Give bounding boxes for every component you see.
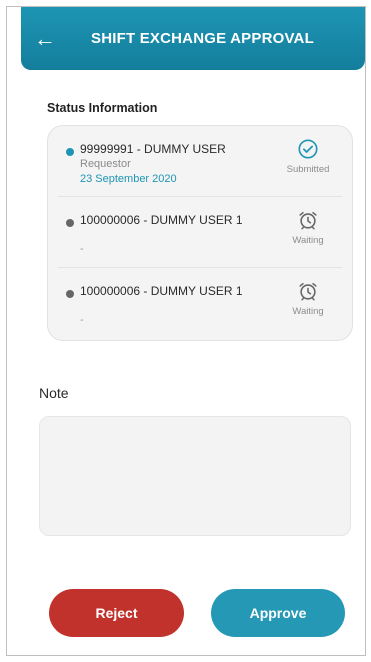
- status-user-name: 99999991 - DUMMY USER: [80, 142, 226, 156]
- status-section-title: Status Information: [47, 101, 158, 115]
- app-header: ← SHIFT EXCHANGE APPROVAL: [21, 7, 365, 70]
- status-row: 99999991 - DUMMY USER Requestor 23 Septe…: [58, 126, 342, 197]
- status-date: 23 September 2020: [80, 173, 177, 185]
- note-field[interactable]: [39, 416, 351, 536]
- alarm-clock-icon: [299, 211, 317, 230]
- app-screen: ← SHIFT EXCHANGE APPROVAL Status Informa…: [6, 6, 366, 656]
- alarm-clock-icon: [299, 282, 317, 301]
- status-state: Waiting: [280, 209, 336, 246]
- back-button[interactable]: ←: [21, 7, 69, 70]
- note-label: Note: [39, 385, 69, 401]
- reject-button[interactable]: Reject: [49, 589, 184, 637]
- arrow-left-icon: ←: [34, 25, 56, 51]
- status-user-role: Requestor: [80, 158, 131, 170]
- status-dot: [66, 290, 74, 298]
- status-detail: -: [80, 314, 84, 326]
- status-row: 100000006 - DUMMY USER 1 - Waiting: [58, 197, 342, 268]
- status-detail: -: [80, 243, 84, 255]
- status-dot: [66, 148, 74, 156]
- status-card: 99999991 - DUMMY USER Requestor 23 Septe…: [47, 125, 353, 341]
- check-circle-icon: [298, 139, 318, 159]
- status-state-label: Submitted: [286, 164, 330, 175]
- page-title: SHIFT EXCHANGE APPROVAL: [91, 30, 314, 47]
- status-state-label: Waiting: [292, 235, 324, 246]
- status-dot: [66, 219, 74, 227]
- status-state: Submitted: [280, 138, 336, 175]
- status-row: 100000006 - DUMMY USER 1 - Waiting: [58, 268, 342, 339]
- status-user-name: 100000006 - DUMMY USER 1: [80, 213, 243, 227]
- status-user-name: 100000006 - DUMMY USER 1: [80, 284, 243, 298]
- status-state: Waiting: [280, 280, 336, 317]
- status-state-label: Waiting: [292, 306, 324, 317]
- approve-button[interactable]: Approve: [211, 589, 345, 637]
